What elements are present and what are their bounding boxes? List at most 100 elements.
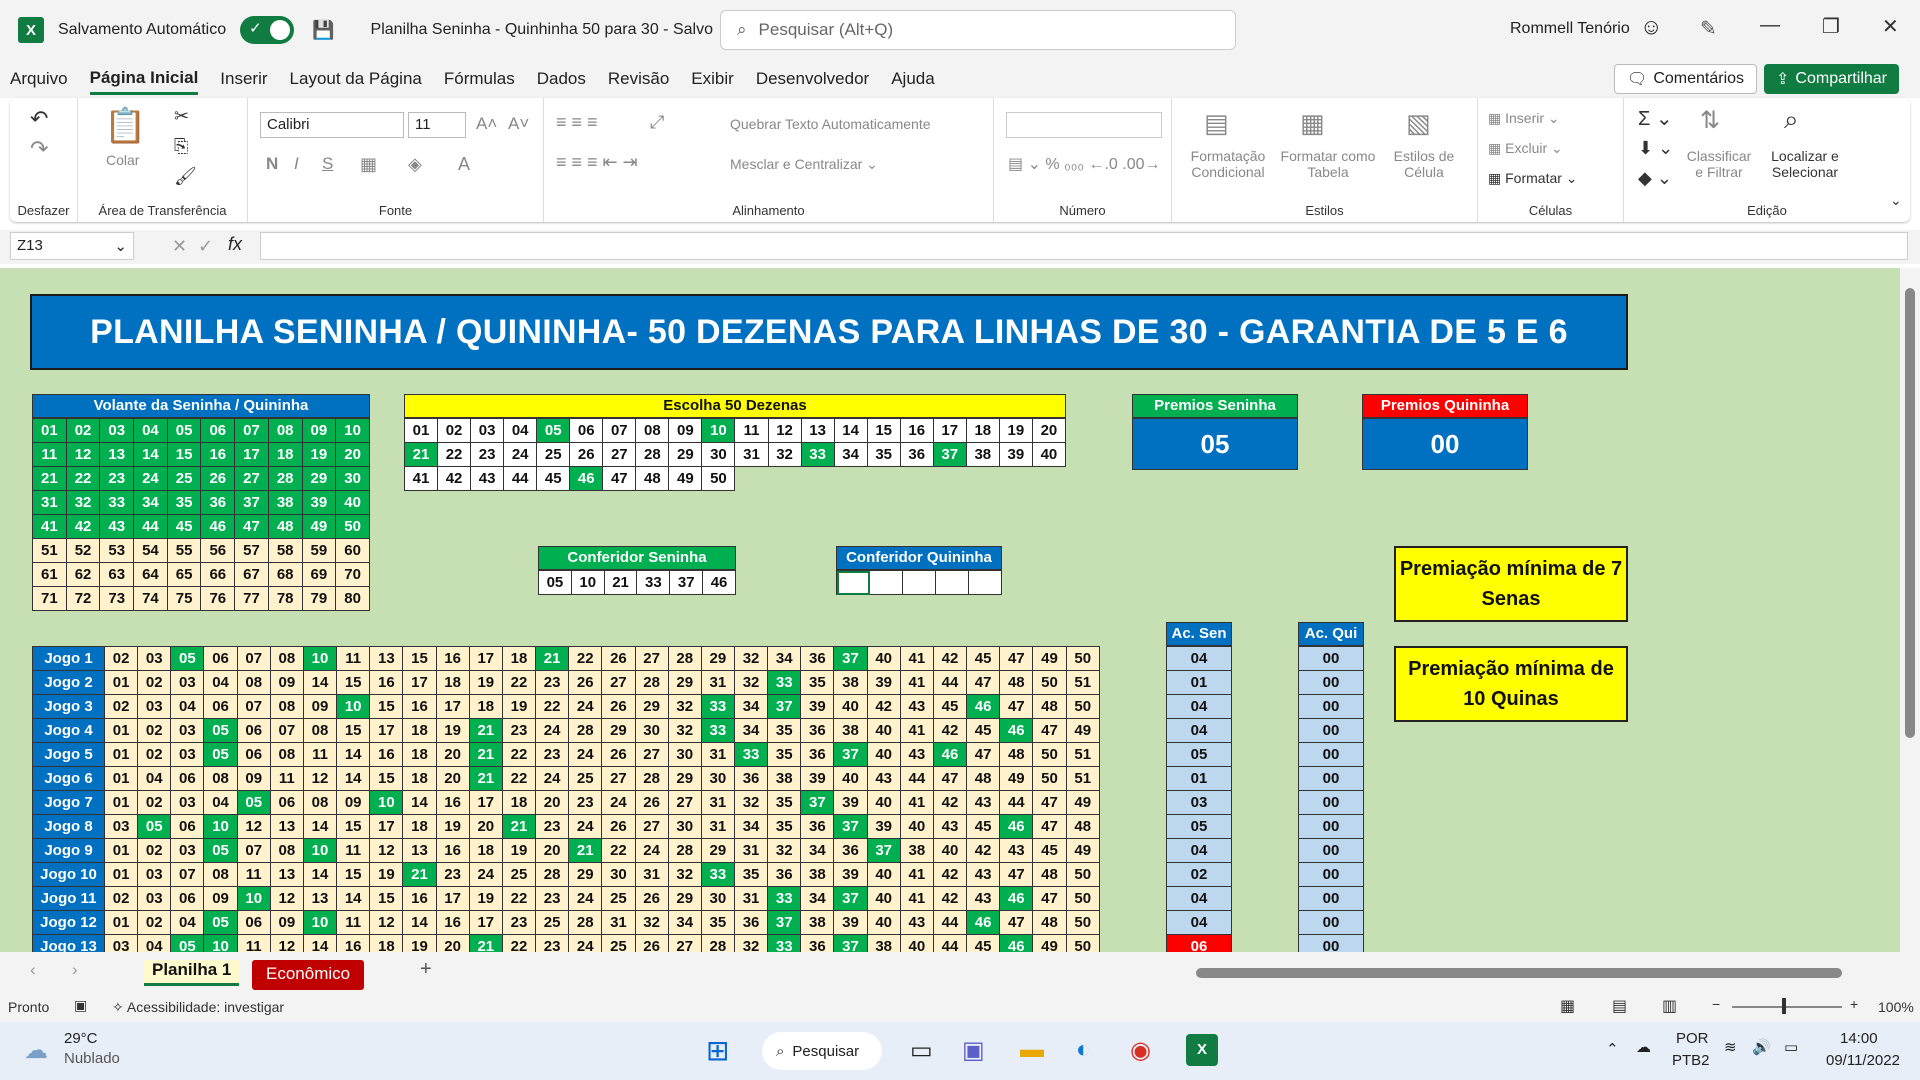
jogo-cell[interactable]: 31 bbox=[733, 886, 769, 911]
jogo-cell[interactable]: 18 bbox=[402, 742, 437, 767]
jogo-cell[interactable]: 16 bbox=[369, 670, 404, 695]
merge-center-button[interactable]: Mesclar e Centralizar ⌄ bbox=[730, 156, 878, 173]
jogo-cell[interactable]: 02 bbox=[137, 910, 172, 935]
ac-qui-cell[interactable]: 00 bbox=[1298, 670, 1364, 695]
format-painter-icon[interactable]: 🖌 bbox=[174, 166, 197, 187]
jogo-cell[interactable]: 14 bbox=[302, 862, 338, 887]
escolha-cell[interactable]: 45 bbox=[536, 466, 571, 491]
ac-sen-cell[interactable]: 01 bbox=[1166, 766, 1232, 791]
escolha-cell[interactable]: 48 bbox=[635, 466, 670, 491]
volante-cell[interactable]: 70 bbox=[335, 562, 370, 587]
volante-cell[interactable]: 56 bbox=[200, 538, 236, 563]
jogo-cell[interactable]: 07 bbox=[236, 838, 271, 863]
jogo-label[interactable]: Jogo 9 bbox=[32, 838, 105, 863]
lang-primary[interactable]: POR bbox=[1676, 1030, 1709, 1047]
jogo-cell[interactable]: 16 bbox=[336, 934, 371, 952]
volante-cell[interactable]: 74 bbox=[133, 586, 168, 611]
jogo-cell[interactable]: 03 bbox=[103, 934, 139, 952]
accessibility-status[interactable]: ✧ Acessibilidade: investigar bbox=[112, 999, 284, 1016]
jogo-cell[interactable]: 15 bbox=[336, 862, 371, 887]
escolha-cell[interactable]: 06 bbox=[569, 418, 604, 443]
volante-cell[interactable]: 55 bbox=[166, 538, 202, 563]
volante-cell[interactable]: 42 bbox=[65, 514, 101, 539]
jogo-label[interactable]: Jogo 12 bbox=[32, 910, 105, 935]
jogo-cell[interactable]: 36 bbox=[767, 862, 802, 887]
jogo-cell[interactable]: 29 bbox=[634, 694, 669, 719]
jogo-cell[interactable]: 03 bbox=[170, 742, 205, 767]
escolha-cell[interactable]: 33 bbox=[800, 442, 835, 467]
borders-icon[interactable]: ▦ bbox=[360, 154, 377, 175]
volante-cell[interactable]: 49 bbox=[301, 514, 337, 539]
volante-cell[interactable]: 37 bbox=[234, 490, 269, 515]
share-button[interactable]: ⇪ Compartilhar bbox=[1764, 64, 1899, 94]
volante-cell[interactable]: 34 bbox=[133, 490, 168, 515]
jogo-cell[interactable]: 23 bbox=[535, 934, 570, 952]
jogo-cell[interactable]: 06 bbox=[236, 910, 271, 935]
ac-qui-cell[interactable]: 00 bbox=[1298, 742, 1364, 767]
jogo-cell[interactable]: 16 bbox=[402, 886, 437, 911]
jogo-cell[interactable]: 45 bbox=[932, 694, 968, 719]
jogo-cell[interactable]: 37 bbox=[800, 790, 835, 815]
jogo-cell[interactable]: 48 bbox=[1065, 814, 1101, 839]
volante-cell[interactable]: 08 bbox=[267, 418, 303, 443]
jogo-cell[interactable]: 21 bbox=[535, 646, 570, 671]
jogo-cell[interactable]: 26 bbox=[601, 814, 636, 839]
cell-styles-label[interactable]: Estilos de Célula bbox=[1384, 148, 1464, 180]
jogo-cell[interactable]: 43 bbox=[966, 886, 1001, 911]
volante-cell[interactable]: 52 bbox=[65, 538, 101, 563]
ac-qui-cell[interactable]: 00 bbox=[1298, 646, 1364, 671]
volante-cell[interactable]: 35 bbox=[166, 490, 202, 515]
jogo-cell[interactable]: 14 bbox=[402, 790, 437, 815]
jogo-cell[interactable]: 37 bbox=[866, 838, 901, 863]
jogo-cell[interactable]: 16 bbox=[435, 790, 470, 815]
jogo-cell[interactable]: 06 bbox=[170, 814, 205, 839]
escolha-cell[interactable]: 42 bbox=[437, 466, 472, 491]
jogo-cell[interactable]: 42 bbox=[932, 886, 968, 911]
escolha-cell[interactable]: 05 bbox=[536, 418, 571, 443]
jogo-cell[interactable]: 36 bbox=[800, 934, 835, 952]
ac-sen-cell[interactable]: 04 bbox=[1166, 886, 1232, 911]
jogo-cell[interactable]: 08 bbox=[203, 862, 238, 887]
jogo-cell[interactable]: 40 bbox=[866, 886, 901, 911]
jogo-cell[interactable]: 01 bbox=[103, 910, 139, 935]
jogo-cell[interactable]: 51 bbox=[1065, 670, 1101, 695]
jogo-cell[interactable]: 22 bbox=[601, 838, 636, 863]
volante-cell[interactable]: 36 bbox=[200, 490, 236, 515]
jogo-cell[interactable]: 23 bbox=[535, 814, 570, 839]
jogo-cell[interactable]: 01 bbox=[103, 670, 139, 695]
fill-color-icon[interactable]: ◈ bbox=[408, 154, 422, 175]
volante-cell[interactable]: 18 bbox=[267, 442, 303, 467]
jogo-cell[interactable]: 24 bbox=[535, 766, 570, 791]
font-color-icon[interactable]: A bbox=[458, 154, 470, 175]
jogo-cell[interactable]: 28 bbox=[568, 718, 603, 743]
volante-cell[interactable]: 65 bbox=[166, 562, 202, 587]
jogo-cell[interactable]: 05 bbox=[203, 718, 238, 743]
jogo-cell[interactable]: 01 bbox=[103, 790, 139, 815]
page-layout-icon[interactable]: ▤ bbox=[1612, 996, 1627, 1016]
jogo-cell[interactable]: 06 bbox=[203, 646, 238, 671]
volante-cell[interactable]: 28 bbox=[267, 466, 303, 491]
jogo-cell[interactable]: 09 bbox=[302, 694, 338, 719]
jogo-cell[interactable]: 12 bbox=[302, 766, 338, 791]
jogo-cell[interactable]: 45 bbox=[966, 934, 1001, 952]
jogo-cell[interactable]: 32 bbox=[667, 718, 702, 743]
jogo-cell[interactable]: 13 bbox=[302, 886, 338, 911]
volante-cell[interactable]: 15 bbox=[166, 442, 202, 467]
menu-exibir[interactable]: Exibir bbox=[691, 65, 734, 93]
jogo-cell[interactable]: 16 bbox=[369, 742, 404, 767]
volante-cell[interactable]: 17 bbox=[234, 442, 269, 467]
scroll-thumb[interactable] bbox=[1905, 288, 1915, 738]
jogo-cell[interactable]: 38 bbox=[899, 838, 934, 863]
jogo-cell[interactable]: 43 bbox=[899, 742, 934, 767]
volante-cell[interactable]: 50 bbox=[335, 514, 370, 539]
jogo-cell[interactable]: 22 bbox=[501, 742, 537, 767]
jogo-cell[interactable]: 43 bbox=[966, 862, 1001, 887]
escolha-cell[interactable]: 18 bbox=[965, 418, 1000, 443]
jogo-cell[interactable]: 05 bbox=[203, 910, 238, 935]
find-select-label[interactable]: Localizar e Selecionar bbox=[1760, 148, 1850, 180]
jogo-cell[interactable]: 42 bbox=[932, 646, 968, 671]
pen-icon[interactable]: ✎ bbox=[1700, 16, 1717, 41]
escolha-cell[interactable]: 01 bbox=[403, 418, 439, 443]
volante-cell[interactable]: 33 bbox=[99, 490, 135, 515]
jogo-cell[interactable]: 28 bbox=[568, 910, 603, 935]
